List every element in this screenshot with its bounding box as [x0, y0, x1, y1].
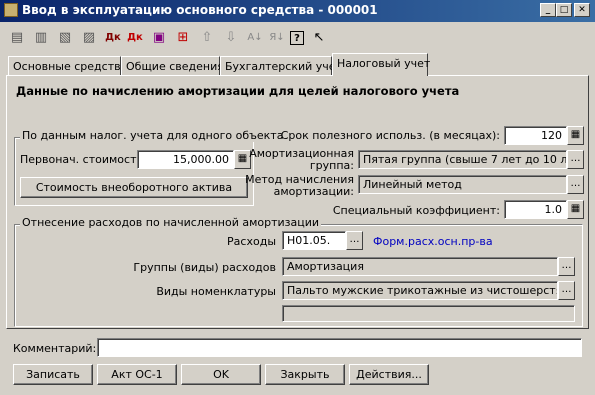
tab-accounting[interactable]: Бухгалтерский учет	[220, 56, 342, 76]
sort-desc-icon[interactable]: Я↓	[268, 29, 286, 47]
down-icon[interactable]: ⇩	[222, 29, 240, 47]
copy-icon[interactable]: ▥	[32, 29, 50, 47]
actions-button[interactable]: Действия...	[349, 364, 429, 385]
tab-general[interactable]: Общие сведения	[121, 56, 224, 76]
close-button[interactable]: ✕	[574, 3, 590, 17]
delete-icon[interactable]: ▧	[56, 29, 74, 47]
useful-life-label: Срок полезного использ. (в месяцах):	[280, 129, 500, 142]
expense-groups-label: Группы (виды) расходов	[133, 261, 276, 274]
minimize-button[interactable]: _	[540, 3, 556, 17]
expense-field[interactable]: Н01.05.	[282, 231, 346, 250]
tab-fixed-assets[interactable]: Основные средства	[8, 56, 127, 76]
tab-tax-accounting[interactable]: Налоговый учет	[332, 53, 430, 76]
dk-icon[interactable]: Дк	[104, 29, 122, 47]
extra-field[interactable]	[282, 305, 575, 322]
new-icon[interactable]: ▤	[8, 29, 26, 47]
close-window-button[interactable]: Закрыть	[265, 364, 345, 385]
coef-field[interactable]: 1.0	[504, 200, 567, 219]
comment-field[interactable]	[97, 338, 582, 357]
coef-calculator-icon[interactable]: ▦	[567, 200, 584, 219]
edit-icon[interactable]: ▣	[150, 29, 168, 47]
move-icon[interactable]: ▨	[80, 29, 98, 47]
amort-group-field[interactable]: Пятая группа (свыше 7 лет до 10 лет вк	[358, 150, 567, 169]
initial-cost-field[interactable]: 15,000.00	[137, 150, 234, 169]
save-button[interactable]: Записать	[13, 364, 93, 385]
group-object-title: По данным налог. учета для одного объект…	[20, 129, 286, 142]
expense-groups-select-button[interactable]: …	[558, 257, 575, 276]
method-select-button[interactable]: …	[567, 175, 584, 194]
method-field[interactable]: Линейный метод	[358, 175, 567, 194]
help-icon[interactable]: ?	[290, 31, 304, 45]
comment-label: Комментарий:	[13, 342, 97, 355]
nomenclature-label: Виды номенклатуры	[156, 285, 276, 298]
initial-cost-label: Первонач. стоимость:	[20, 153, 147, 166]
up-icon[interactable]: ⇧	[198, 29, 216, 47]
nomenclature-select-button[interactable]: …	[558, 281, 575, 300]
row-icon[interactable]: ⊞	[174, 29, 192, 47]
section-heading: Данные по начислению амортизации для цел…	[16, 84, 460, 98]
pointer-icon[interactable]: ↖	[310, 29, 328, 47]
expense-link[interactable]: Форм.расх.осн.пр-ва	[373, 235, 493, 248]
sort-asc-icon[interactable]: A↓	[246, 29, 264, 47]
window-title: Ввод в эксплуатацию основного средства -…	[22, 3, 378, 17]
expense-select-button[interactable]: …	[346, 231, 363, 250]
amort-group-label-2: группа:	[309, 159, 354, 172]
title-bar[interactable]: Ввод в эксплуатацию основного средства -…	[0, 0, 595, 22]
method-label-2: амортизации:	[273, 185, 354, 198]
expense-label: Расходы	[227, 235, 276, 248]
noncurrent-asset-cost-button[interactable]: Стоимость внеоборотного актива	[20, 177, 248, 198]
amort-group-select-button[interactable]: …	[567, 150, 584, 169]
nomenclature-field[interactable]: Пальто мужские трикотажные из чистошерст…	[282, 281, 558, 300]
useful-life-calculator-icon[interactable]: ▦	[567, 126, 584, 145]
ok-button[interactable]: OK	[181, 364, 261, 385]
expense-groups-field[interactable]: Амортизация	[282, 257, 558, 276]
act-os1-button[interactable]: Акт ОС-1	[97, 364, 177, 385]
maximize-button[interactable]: □	[556, 3, 572, 17]
app-icon	[4, 3, 18, 17]
dk-red-icon[interactable]: Дк	[126, 29, 144, 47]
useful-life-field[interactable]: 120	[504, 126, 567, 145]
group-expense-title: Отнесение расходов по начисленной аморти…	[20, 216, 322, 229]
